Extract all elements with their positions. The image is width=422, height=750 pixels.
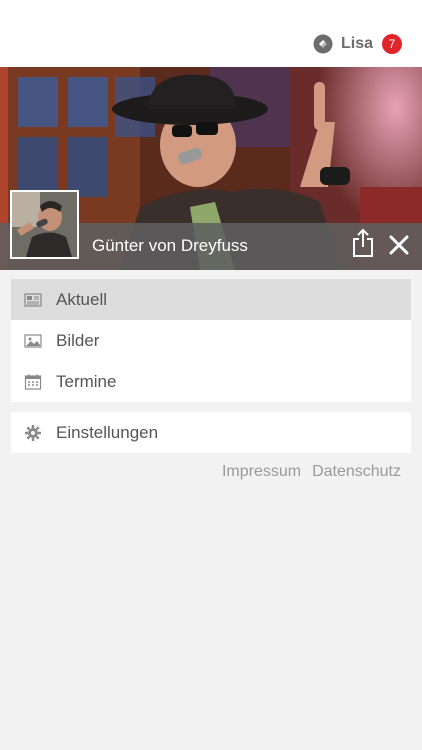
menu-item-einstellungen[interactable]: Einstellungen: [11, 412, 411, 453]
top-bar: Lisa 7: [0, 0, 422, 67]
main-menu: Aktuell Bilder Termine: [11, 279, 411, 402]
footer-links: Impressum Datenschutz: [222, 463, 401, 481]
artist-hero: Günter von Dreyfuss: [0, 67, 422, 270]
gear-icon: [25, 424, 41, 441]
image-icon: [24, 333, 42, 348]
notification-badge[interactable]: 7: [382, 34, 402, 54]
user-name[interactable]: Lisa: [341, 35, 373, 53]
artist-name: Günter von Dreyfuss: [92, 236, 248, 255]
diamond-logo-icon: [313, 34, 333, 54]
menu-item-label: Termine: [56, 371, 117, 391]
menu-item-termine[interactable]: Termine: [11, 361, 411, 402]
menu-item-label: Bilder: [56, 330, 100, 350]
artist-avatar: [10, 190, 79, 259]
menu-item-aktuell[interactable]: Aktuell: [11, 279, 411, 320]
menu-item-bilder[interactable]: Bilder: [11, 320, 411, 361]
settings-menu: Einstellungen: [11, 412, 411, 453]
close-icon[interactable]: [388, 234, 410, 256]
calendar-icon: [24, 374, 42, 390]
share-icon[interactable]: [350, 228, 376, 258]
user-profile[interactable]: Lisa 7: [313, 33, 402, 55]
impressum-link[interactable]: Impressum: [222, 463, 301, 481]
newspaper-icon: [24, 292, 42, 307]
settings-label: Einstellungen: [56, 422, 159, 442]
artist-avatar-image: [12, 192, 77, 257]
menu-item-label: Aktuell: [56, 289, 108, 309]
datenschutz-link[interactable]: Datenschutz: [312, 463, 401, 481]
